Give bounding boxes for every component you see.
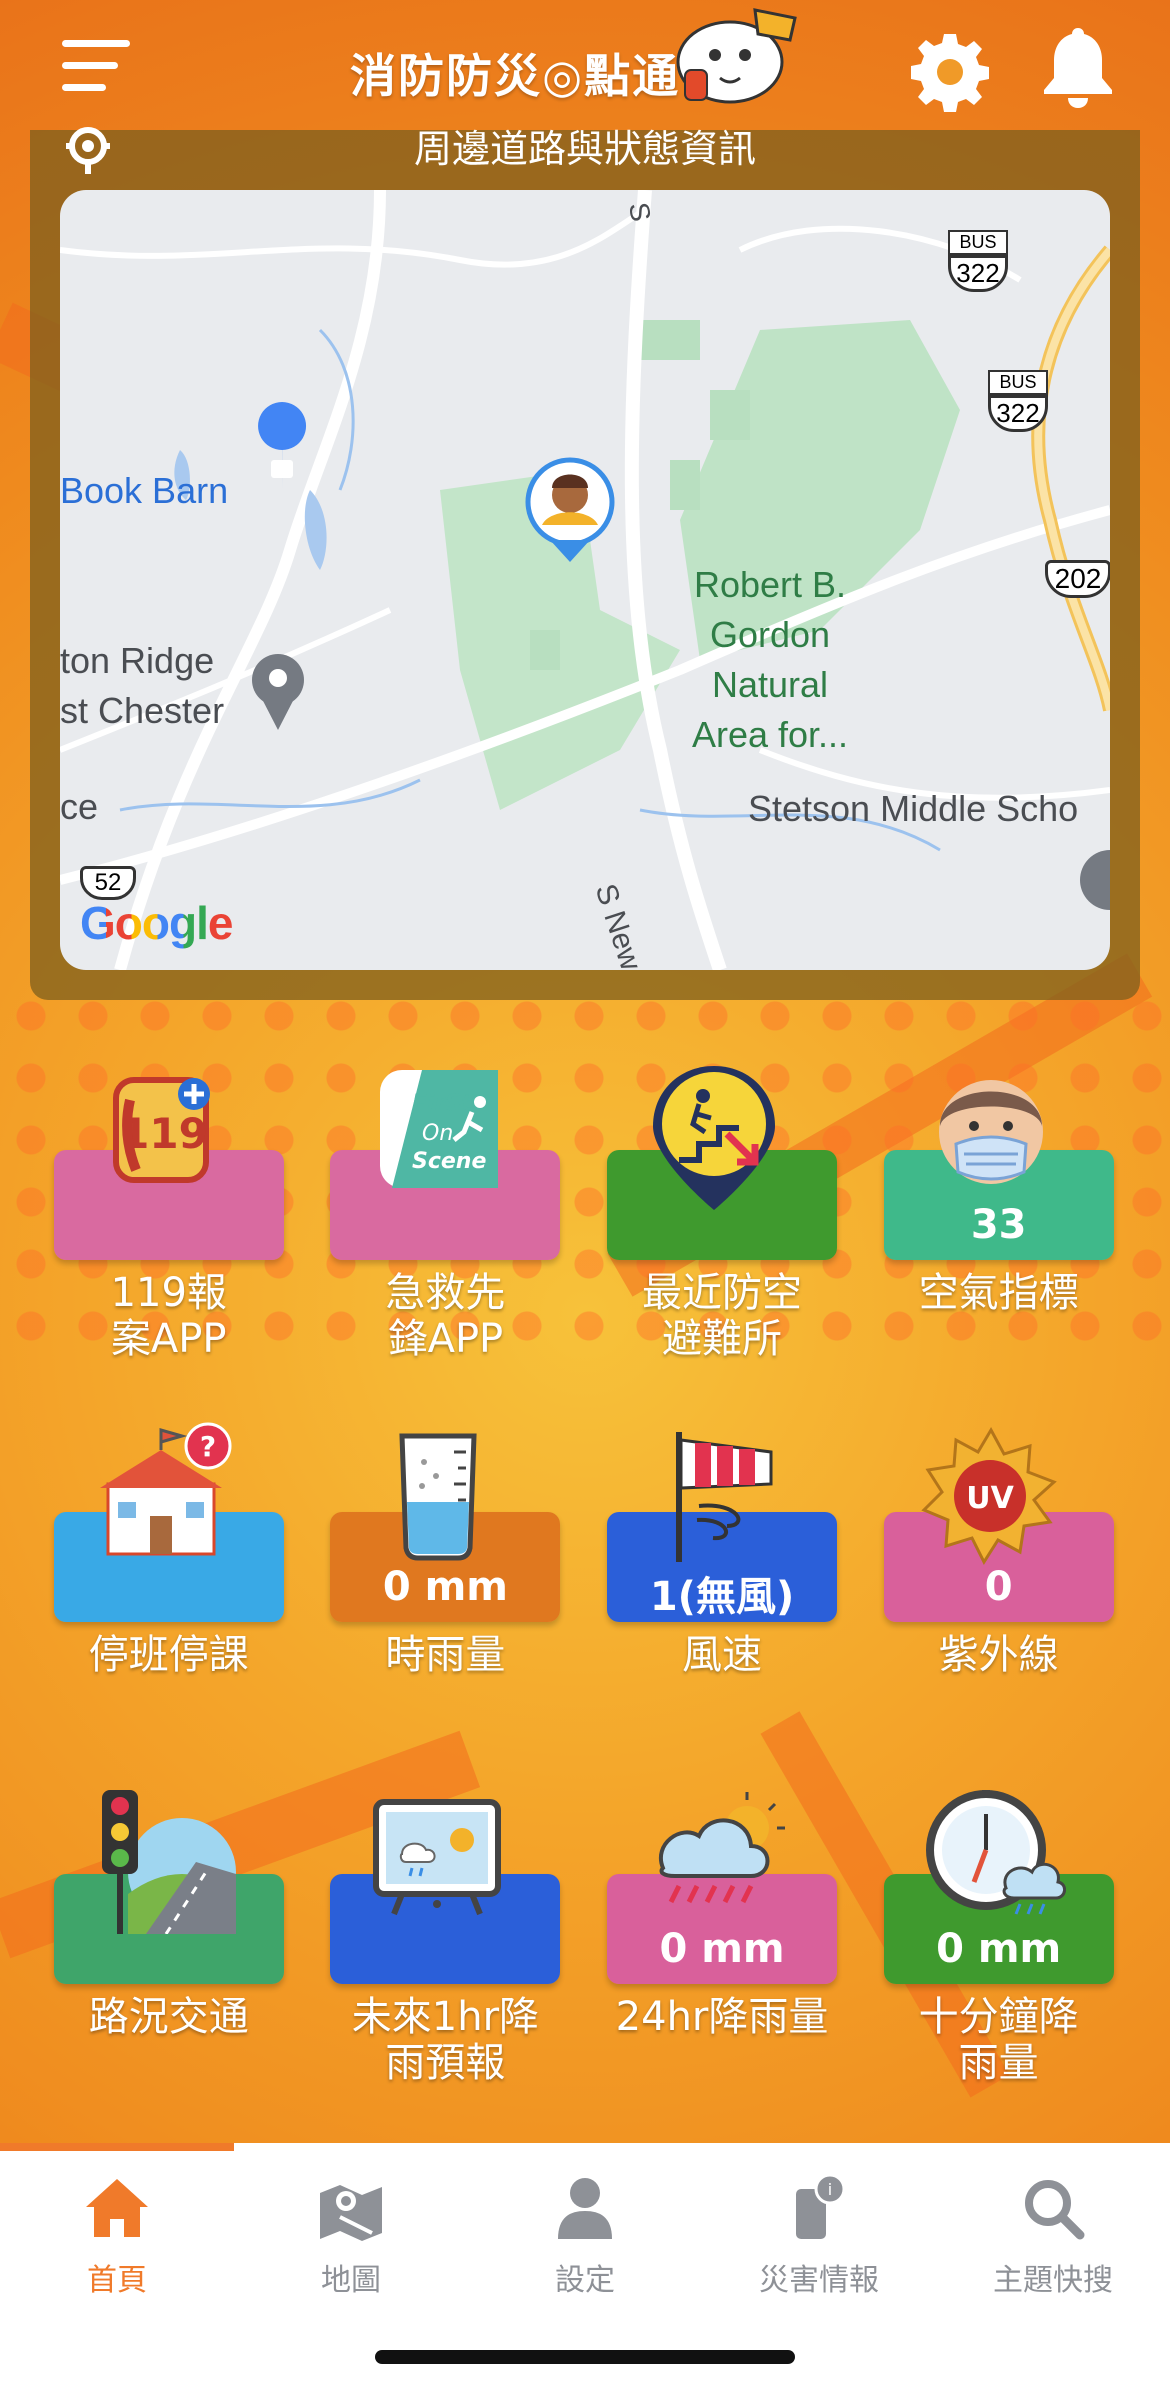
uv-sun-icon: UV xyxy=(921,1426,1057,1566)
tab-map[interactable]: 地圖 xyxy=(234,2173,468,2299)
tab-settings[interactable]: 設定 xyxy=(468,2173,702,2299)
route-52-shield: 52 xyxy=(80,866,136,900)
tab-search-label: 主題快搜 xyxy=(993,2263,1113,2298)
tile-rain-beaker[interactable]: 0 mm 時雨量 xyxy=(312,1422,562,1682)
tile-shelter-pin[interactable]: 最近防空 避難所 xyxy=(589,1060,839,1362)
route-number: 322 xyxy=(988,395,1048,432)
phone-info-icon: i xyxy=(796,2173,846,2239)
tile-value: 33 xyxy=(970,1202,1027,1248)
home-icon xyxy=(86,2179,148,2237)
bus-label: BUS xyxy=(948,230,1008,255)
tile-label: 十分鐘降 雨量 xyxy=(918,1994,1079,2086)
weather-monitor-icon xyxy=(373,1799,502,1916)
tile-rain-cloud-sun[interactable]: 0 mm 24hr降雨量 xyxy=(589,1784,839,2044)
hamburger-menu-icon[interactable] xyxy=(62,40,130,94)
header: 消防防災◎點通 xyxy=(0,0,1170,135)
tile-label: 停班停課 xyxy=(88,1632,249,1678)
tile-face-mask[interactable]: 33 空氣指標 xyxy=(866,1060,1116,1320)
route-number: 322 xyxy=(948,255,1008,292)
route-322-shield: BUS 322 xyxy=(988,370,1048,438)
tab-home[interactable]: 首頁 xyxy=(0,2173,234,2299)
tile-label: 風速 xyxy=(682,1632,763,1678)
home-indicator xyxy=(375,2350,795,2364)
rain-beaker-icon xyxy=(399,1433,477,1561)
svg-text:?: ? xyxy=(200,1430,216,1463)
tab-settings-label: 設定 xyxy=(555,2263,615,2298)
tile-first-on-scene[interactable]: FirSt On Scene 急救先 鋒APP xyxy=(312,1060,562,1362)
tab-home-label: 首頁 xyxy=(87,2263,147,2298)
svg-text:i: i xyxy=(828,2180,832,2199)
traffic-light-icon xyxy=(101,1790,236,1934)
tab-search[interactable]: 主題快搜 xyxy=(936,2173,1170,2299)
shelter-pin-icon xyxy=(653,1066,776,1210)
tile-value: 1(無風) xyxy=(649,1574,795,1620)
tile-windsock[interactable]: 1(無風) 風速 xyxy=(589,1422,839,1682)
tile-value: 0 mm xyxy=(936,1926,1062,1972)
tile-label: 未來1hr降 雨預報 xyxy=(351,1994,540,2086)
route-322-shield: BUS 322 xyxy=(948,230,1008,298)
svg-text:FirSt: FirSt xyxy=(412,1091,473,1116)
user-icon xyxy=(558,2178,612,2239)
map-panel-heading: 周邊道路與狀態資訊 xyxy=(413,127,756,171)
tile-value: 0 xyxy=(984,1564,1013,1610)
tile-school-question[interactable]: ? 停班停課 xyxy=(36,1422,286,1682)
first-on-scene-icon: FirSt On Scene xyxy=(380,1070,499,1188)
tile-label: 急救先 鋒APP xyxy=(385,1270,506,1362)
tile-label: 空氣指標 xyxy=(918,1270,1079,1316)
tile-clock-rain[interactable]: 0 mm 十分鐘降 雨量 xyxy=(866,1784,1116,2086)
svg-text:Scene: Scene xyxy=(412,1149,486,1174)
tab-disaster-info[interactable]: i 災害情報 xyxy=(702,2173,936,2299)
school-question-icon: ? xyxy=(99,1422,232,1556)
tab-map-label: 地圖 xyxy=(321,2263,381,2298)
active-tab-indicator xyxy=(0,2143,234,2151)
svg-text:UV: UV xyxy=(966,1481,1014,1516)
tile-value: 0 mm xyxy=(659,1926,785,1972)
tile-label: 24hr降雨量 xyxy=(615,1994,829,2040)
tile-traffic-light[interactable]: 路況交通 xyxy=(36,1784,286,2044)
map-label-book-barn: Book Barn xyxy=(60,470,229,511)
tile-label: 路況交通 xyxy=(88,1994,249,2040)
tile-weather-monitor[interactable]: 未來1hr降 雨預報 xyxy=(312,1784,562,2086)
bell-icon[interactable] xyxy=(1040,26,1116,110)
svg-text:On: On xyxy=(422,1121,453,1146)
search-icon xyxy=(1025,2180,1085,2240)
app-title: 消防防災◎點通 xyxy=(350,49,681,103)
map-label-gordon: Robert B. Gordon Natural Area for... xyxy=(691,564,849,755)
map-label-ce: ce xyxy=(60,786,99,827)
map-canvas xyxy=(60,190,1110,970)
119-phone-icon: 119 xyxy=(112,1077,210,1183)
map-label-chester: st Chester xyxy=(60,690,225,731)
tile-uv-sun[interactable]: UV 0 紫外線 xyxy=(866,1422,1116,1682)
bus-label: BUS xyxy=(988,370,1048,395)
gear-icon[interactable] xyxy=(910,32,990,112)
tile-label: 最近防空 避難所 xyxy=(642,1270,803,1362)
face-mask-icon xyxy=(938,1080,1043,1184)
tile-119-phone[interactable]: 119 119報 案APP xyxy=(36,1060,286,1362)
map-view[interactable]: Book Barn ton Ridge st Chester ce Robert… xyxy=(60,190,1110,970)
tile-label: 時雨量 xyxy=(385,1632,506,1678)
google-logo: Google xyxy=(80,896,233,950)
windsock-icon xyxy=(676,1432,773,1562)
rain-cloud-sun-icon xyxy=(659,1792,786,1904)
tile-label: 紫外線 xyxy=(938,1632,1059,1678)
tile-value: 0 mm xyxy=(382,1564,508,1610)
map-label-ridge: ton Ridge xyxy=(60,640,215,681)
map-icon xyxy=(320,2185,382,2241)
tile-label: 119報 案APP xyxy=(110,1270,227,1362)
route-202-shield: 202 xyxy=(1045,560,1110,598)
google-logo-text: Google xyxy=(80,897,233,949)
tab-disaster-info-label: 災害情報 xyxy=(759,2263,879,2298)
map-label-stetson: Stetson Middle Scho xyxy=(748,788,1079,829)
mascot-icon xyxy=(676,8,797,104)
clock-rain-icon xyxy=(925,1790,1066,1915)
